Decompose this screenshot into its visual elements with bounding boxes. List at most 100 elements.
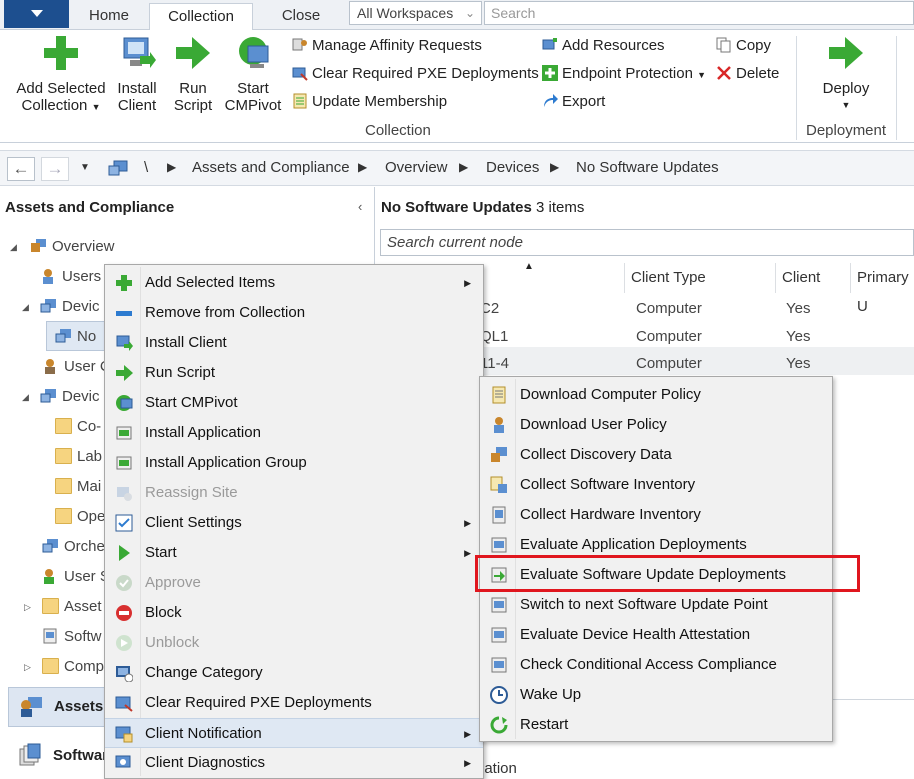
copy-button[interactable]: Copy	[716, 35, 771, 57]
deploy-button[interactable]: Deploy ▼	[814, 34, 878, 114]
add-resources-button[interactable]: Add Resources	[542, 35, 665, 57]
tree-item-asset-intelligence[interactable]: Asset	[42, 597, 102, 617]
menu-item-add-selected-items[interactable]: Add Selected Items ▶	[105, 268, 483, 298]
column-client-type[interactable]: Client Type	[624, 263, 776, 293]
sort-ascending-icon: ▲	[524, 261, 534, 272]
menu-item-collect-hardware-inventory[interactable]: Collect Hardware Inventory	[480, 500, 832, 530]
back-button[interactable]: ←	[7, 157, 35, 181]
dropdown-arrow-icon: ▼	[91, 102, 101, 112]
add-selected-label-2: Collection	[21, 97, 88, 114]
menu-item-restart[interactable]: Restart	[480, 710, 832, 740]
menu-item-install-client[interactable]: Install Client	[105, 328, 483, 358]
menu-item-install-application-group[interactable]: Install Application Group	[105, 448, 483, 478]
tree-item-compliance-settings[interactable]: Comp	[42, 657, 104, 677]
endpoint-protection-button[interactable]: Endpoint Protection ▼	[542, 63, 706, 85]
clear-pxe-button[interactable]: Clear Required PXE Deployments	[292, 63, 539, 85]
expanded-arrow-icon[interactable]: ◢	[22, 302, 29, 313]
add-icon	[116, 275, 132, 291]
menu-item-wake-up[interactable]: Wake Up	[480, 680, 832, 710]
tree-item-folder[interactable]: Lab	[55, 447, 102, 467]
collapsed-arrow-icon[interactable]: ▷	[24, 662, 31, 673]
menu-item-download-user-policy[interactable]: Download User Policy	[480, 410, 832, 440]
manage-affinity-button[interactable]: Manage Affinity Requests	[292, 35, 482, 57]
menu-item-approve: Approve	[105, 568, 483, 598]
tab-close[interactable]: Close	[256, 3, 346, 30]
submenu-arrow-icon: ▶	[464, 758, 471, 768]
menu-item-collect-discovery-data[interactable]: Collect Discovery Data	[480, 440, 832, 470]
tree-item-overview[interactable]: Overview	[30, 237, 115, 257]
export-arrow-icon	[544, 94, 558, 107]
menu-item-start[interactable]: Start ▶	[105, 538, 483, 568]
pxe-icon	[292, 67, 308, 81]
breadcrumb-separator-icon: ▶	[358, 160, 368, 174]
tree-item-folder[interactable]: Ope	[55, 507, 105, 527]
run-script-button[interactable]: Run Script	[167, 34, 219, 114]
column-client[interactable]: Client	[776, 263, 851, 293]
tree-item-folder[interactable]: Mai	[55, 477, 101, 497]
expanded-arrow-icon[interactable]: ◢	[22, 392, 29, 403]
breadcrumb-root[interactable]: \	[144, 159, 148, 176]
tab-collection[interactable]: Collection	[149, 3, 253, 30]
expanded-arrow-icon[interactable]: ◢	[10, 242, 17, 253]
history-dropdown-icon[interactable]: ▼	[80, 162, 90, 173]
assets-workspace-icon	[21, 697, 42, 717]
breadcrumb-separator-icon: ▶	[459, 160, 469, 174]
settings-icon	[115, 514, 133, 532]
search-current-node-input[interactable]: Search current node	[380, 229, 914, 256]
menu-item-block[interactable]: Block	[105, 598, 483, 628]
tree-item-users[interactable]: Users	[40, 267, 101, 287]
tree-label: Orche	[64, 538, 105, 555]
install-client-label-1: Install	[117, 80, 157, 97]
collapse-pane-icon[interactable]: ‹	[358, 199, 362, 214]
menu-item-collect-software-inventory[interactable]: Collect Software Inventory	[480, 470, 832, 500]
tree-item-folder[interactable]: Co-	[55, 417, 101, 437]
tree-item-orchestration[interactable]: Orche	[42, 537, 105, 557]
tree-item-user-state[interactable]: User S	[42, 567, 110, 587]
update-membership-button[interactable]: Update Membership	[292, 91, 447, 113]
menu-item-check-conditional-access-compliance[interactable]: Check Conditional Access Compliance	[480, 650, 832, 680]
install-client-button[interactable]: Install Client	[113, 34, 161, 114]
forward-button[interactable]: →	[41, 157, 69, 181]
install-app-group-icon	[116, 456, 132, 470]
menu-item-client-settings[interactable]: Client Settings ▶	[105, 508, 483, 538]
tab-home[interactable]: Home	[70, 3, 148, 30]
menu-item-change-category[interactable]: Change Category	[105, 658, 483, 688]
add-selected-collection-button[interactable]: Add Selected Collection ▼	[12, 34, 110, 116]
tree-item-device-collections[interactable]: Devic	[40, 387, 100, 407]
menu-item-label: Collect Discovery Data	[520, 446, 672, 463]
tree-item-no-software-updates[interactable]: No	[55, 327, 96, 347]
menu-item-clear-required-pxe-deployments[interactable]: Clear Required PXE Deployments	[105, 688, 483, 718]
menu-item-client-notification[interactable]: Client Notification ▶	[105, 718, 483, 748]
start-cmpivot-button[interactable]: Start CMPivot	[222, 34, 284, 114]
collapsed-arrow-icon[interactable]: ▷	[24, 602, 31, 613]
menu-item-evaluate-device-health-attestation[interactable]: Evaluate Device Health Attestation	[480, 620, 832, 650]
breadcrumb-devices[interactable]: Devices	[486, 159, 539, 176]
workspace-selector[interactable]: All Workspaces ⌄	[349, 1, 482, 25]
row-3-name[interactable]: 11-4	[480, 355, 509, 372]
breadcrumb-current[interactable]: No Software Updates	[576, 159, 719, 176]
endpoint-protection-icon	[542, 65, 558, 81]
file-menu-button[interactable]	[4, 0, 69, 28]
unblock-icon	[116, 635, 132, 651]
devices-icon	[40, 389, 56, 403]
menu-item-remove-from-collection[interactable]: Remove from Collection	[105, 298, 483, 328]
row-2-name[interactable]: QL1	[480, 328, 508, 345]
delete-button[interactable]: Delete	[716, 63, 779, 85]
menu-item-client-diagnostics[interactable]: Client Diagnostics ▶	[105, 748, 483, 778]
menu-item-label: Install Client	[145, 334, 227, 351]
column-primary-user[interactable]: Primary U	[851, 263, 914, 315]
breadcrumb-overview[interactable]: Overview	[385, 159, 448, 176]
menu-item-download-computer-policy[interactable]: Download Computer Policy	[480, 380, 832, 410]
tree-item-software-metering[interactable]: Softw	[42, 627, 102, 647]
breadcrumb-assets[interactable]: Assets and Compliance	[192, 159, 350, 176]
tree-item-user-collections[interactable]: User C	[42, 357, 111, 377]
menu-item-install-application[interactable]: Install Application	[105, 418, 483, 448]
search-input[interactable]: Search	[484, 1, 914, 25]
menu-item-run-script[interactable]: Run Script	[105, 358, 483, 388]
export-button[interactable]: Export	[542, 91, 605, 113]
menu-item-switch-to-next-software-update-point[interactable]: Switch to next Software Update Point	[480, 590, 832, 620]
menu-item-start-cmpivot[interactable]: Start CMPivot	[105, 388, 483, 418]
tree-item-devices[interactable]: Devic	[40, 297, 100, 317]
menu-item-label: Download User Policy	[520, 416, 667, 433]
copy-label: Copy	[736, 37, 772, 54]
